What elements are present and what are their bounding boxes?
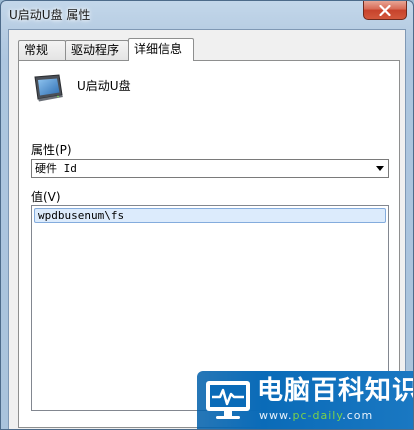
close-button[interactable]	[363, 1, 407, 20]
tab-general[interactable]: 常规	[18, 40, 66, 60]
title-bar[interactable]: U启动U盘 属性	[1, 1, 413, 29]
dialog-client-area: 常规 驱动程序 详细信息 U启动U盘 属性(P) 硬件 Id 值(V) wpdb…	[8, 29, 406, 429]
list-item[interactable]: wpdbusenum\fs	[34, 208, 386, 223]
site-watermark: 电脑百科知识 www.pc-daily.com	[197, 371, 414, 429]
watermark-url-prefix: www.	[259, 409, 293, 422]
value-label: 值(V)	[31, 190, 61, 204]
tab-details[interactable]: 详细信息	[128, 38, 194, 61]
close-icon	[379, 4, 391, 16]
watermark-url: www.pc-daily.com	[259, 409, 373, 422]
tab-strip: 常规 驱动程序 详细信息	[14, 38, 404, 61]
properties-window: U启动U盘 属性 常规 驱动程序 详细信息 U启动U盘 属性(P) 硬件 Id …	[0, 0, 414, 430]
watermark-url-suffix: .com	[342, 409, 374, 422]
property-label: 属性(P)	[31, 143, 72, 157]
watermark-title: 电脑百科知识	[257, 376, 414, 406]
tab-driver[interactable]: 驱动程序	[65, 40, 129, 60]
property-dropdown[interactable]: 硬件 Id	[31, 159, 389, 178]
usb-drive-icon	[34, 74, 63, 102]
watermark-url-main: pc-daily	[292, 409, 343, 422]
window-title: U启动U盘 属性	[9, 8, 91, 22]
dropdown-arrow-icon[interactable]	[376, 166, 384, 171]
property-selected-value: 硬件 Id	[35, 162, 77, 175]
monitor-logo-icon	[206, 381, 250, 419]
device-name: U启动U盘	[77, 79, 131, 93]
